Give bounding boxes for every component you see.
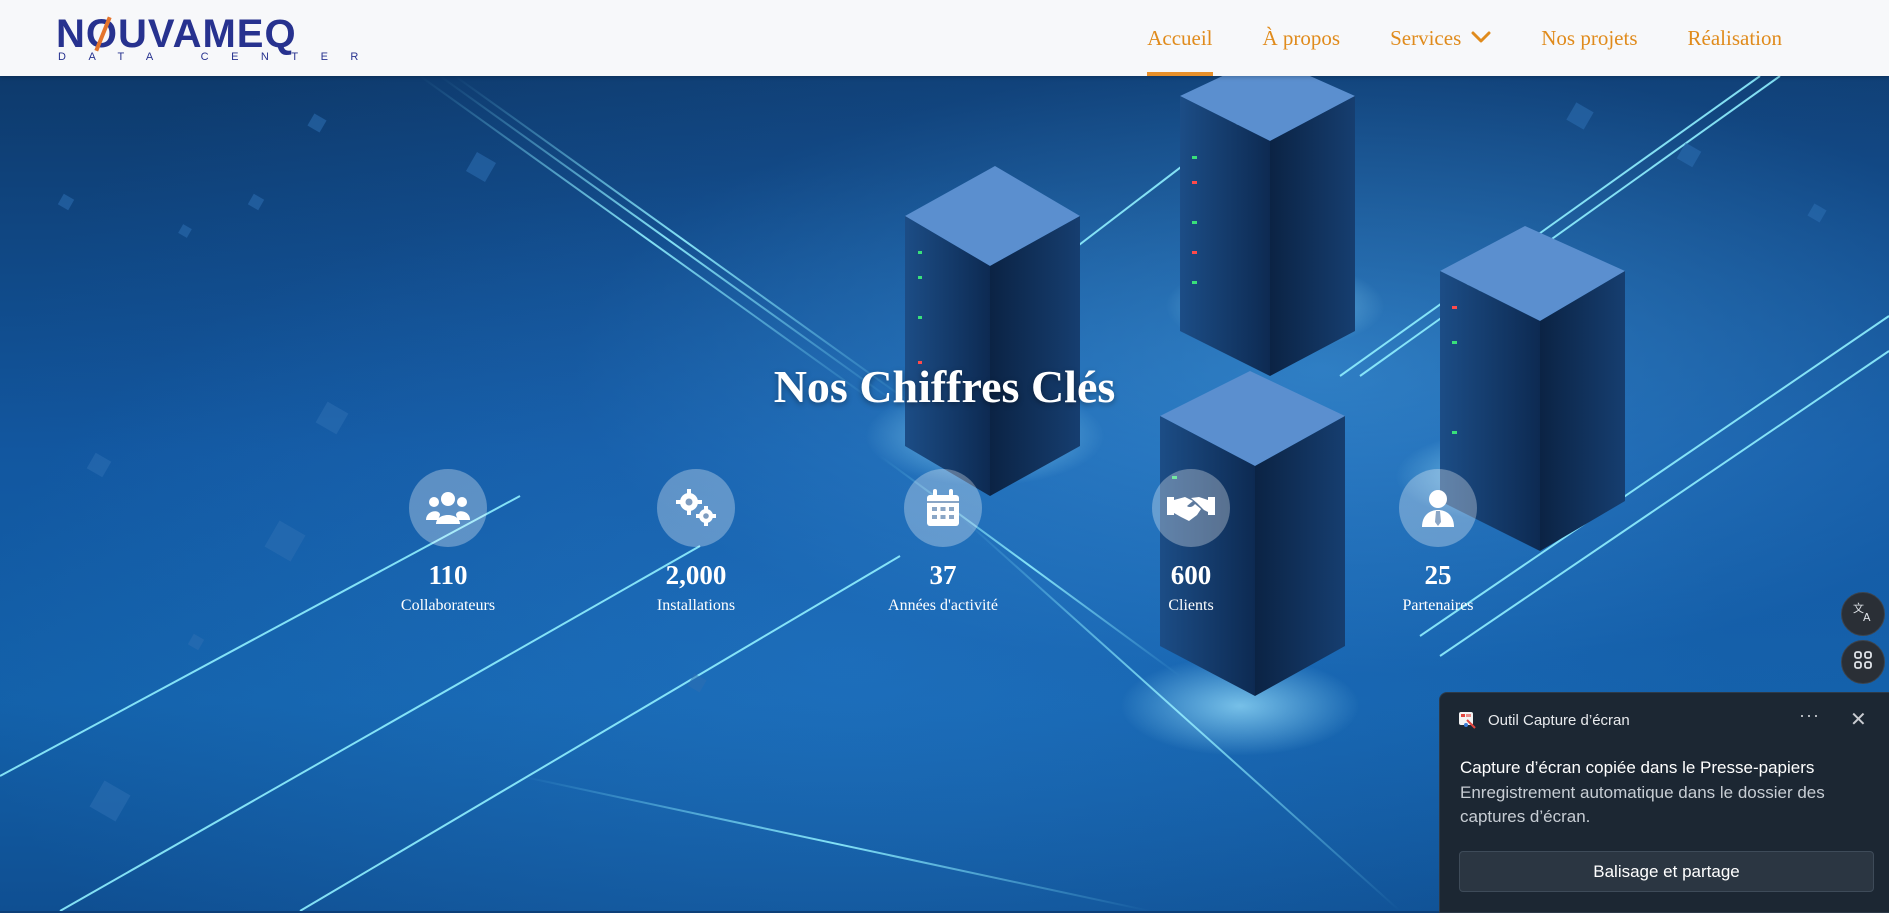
nav-item-accueil[interactable]: Accueil <box>1122 0 1237 76</box>
nav-item-label: À propos <box>1262 25 1341 50</box>
nav-item-label: Services <box>1390 25 1462 50</box>
gears-icon <box>657 469 735 547</box>
apps-grid-icon <box>1853 650 1873 675</box>
stat-installations: 2,000 Installations <box>586 469 806 615</box>
stat-annees-activite: 37 Années d'activité <box>833 469 1053 615</box>
logo-tagline: DATA CENTER <box>58 51 381 63</box>
translate-icon: 文 A <box>1852 601 1874 628</box>
stat-collaborateurs: 110 Collaborateurs <box>338 469 558 615</box>
nav-item-label: Réalisation <box>1687 25 1782 50</box>
calendar-icon <box>904 469 982 547</box>
translate-button[interactable]: 文 A <box>1841 592 1885 636</box>
notification-body: Enregistrement automatique dans le dossi… <box>1460 783 1825 826</box>
more-options-button[interactable]: ··· <box>1799 705 1820 726</box>
stat-label: Installations <box>656 597 736 614</box>
stat-partenaires: 25 Partenaires <box>1328 469 1548 615</box>
stat-label: Collaborateurs <box>400 597 496 614</box>
site-logo[interactable]: NOUVAMEQ DATA CENTER <box>56 12 358 68</box>
stat-label: Clients <box>1168 597 1214 614</box>
main-nav: Accueil À propos Services Nos projets Ré… <box>1122 0 1807 76</box>
stat-value: 37 <box>929 560 957 590</box>
stat-label: Années d'activité <box>888 597 998 614</box>
nav-item-label: Accueil <box>1147 25 1213 50</box>
handshake-icon <box>1152 469 1230 547</box>
nav-item-nos-projets[interactable]: Nos projets <box>1516 0 1662 76</box>
stat-value: 110 <box>428 560 468 590</box>
users-icon <box>409 469 487 547</box>
markup-and-share-button[interactable]: Balisage et partage <box>1459 851 1874 892</box>
notification-app-name: Outil Capture d’écran <box>1488 712 1630 729</box>
nav-item-services[interactable]: Services <box>1365 0 1516 76</box>
nav-item-label: Nos projets <box>1541 25 1638 50</box>
chevron-down-icon <box>1471 24 1491 49</box>
nav-item-realisation[interactable]: Réalisation <box>1663 0 1807 76</box>
logo-brand: NOUVAMEQ <box>56 12 297 56</box>
apps-button[interactable] <box>1841 640 1885 684</box>
key-figures-title: Nos Chiffres Clés <box>773 361 1116 412</box>
stat-clients: 600 Clients <box>1081 469 1301 615</box>
close-notification-button[interactable]: ✕ <box>1850 707 1867 732</box>
snipping-tool-icon <box>1458 711 1476 729</box>
stat-value: 2,000 <box>665 560 727 590</box>
site-header: NOUVAMEQ DATA CENTER Accueil À propos Se… <box>0 0 1889 76</box>
stat-value: 600 <box>1170 560 1212 590</box>
stat-label: Partenaires <box>1402 597 1474 614</box>
snipping-tool-notification[interactable]: Outil Capture d’écran ··· ✕ Capture d’éc… <box>1439 692 1889 913</box>
person-tie-icon <box>1399 469 1477 547</box>
svg-text:A: A <box>1863 611 1871 623</box>
stat-value: 25 <box>1424 560 1452 590</box>
notification-title: Capture d’écran copiée dans le Presse-pa… <box>1460 758 1815 777</box>
nav-item-a-propos[interactable]: À propos <box>1238 0 1366 76</box>
